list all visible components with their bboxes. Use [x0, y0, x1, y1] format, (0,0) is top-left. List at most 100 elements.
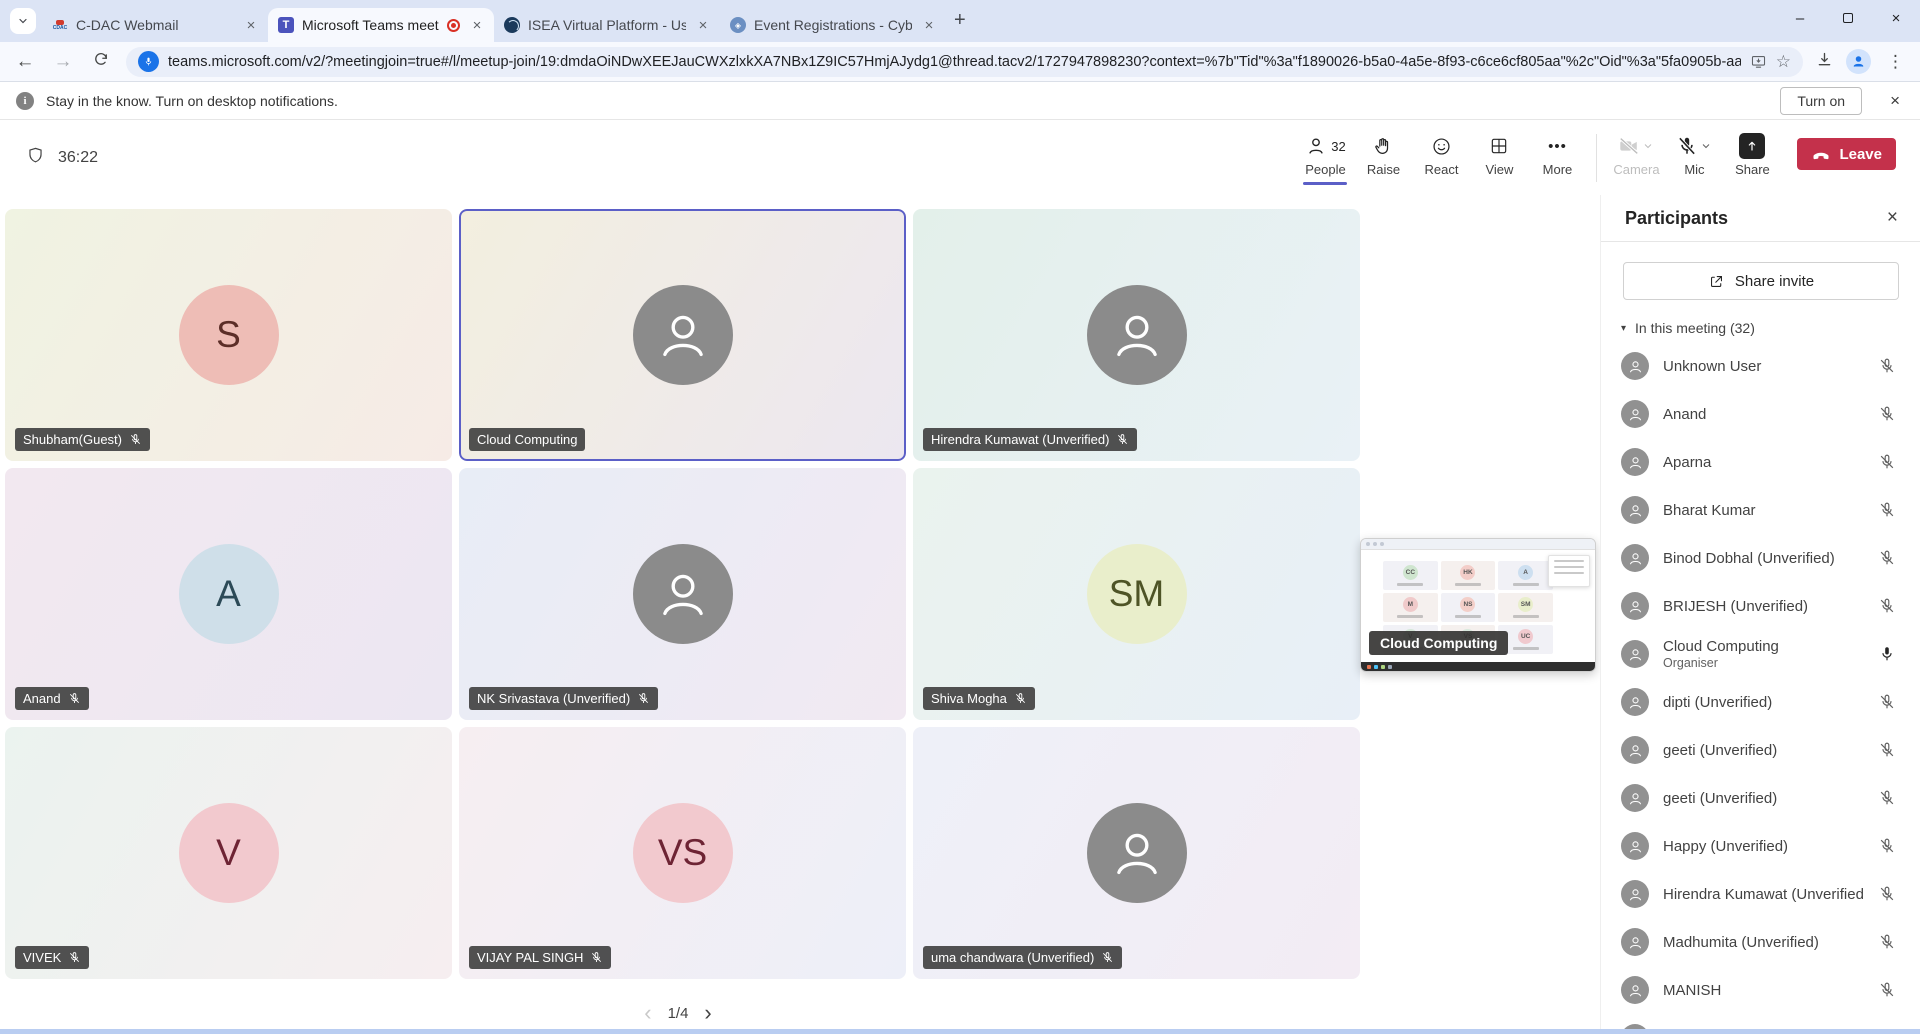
- site-mic-permission-icon[interactable]: [138, 51, 159, 72]
- mic-muted-icon: [1676, 135, 1698, 157]
- list-item[interactable]: MANISH: [1601, 966, 1920, 1014]
- participant-mic-status[interactable]: [1878, 597, 1896, 615]
- browser-profile-avatar[interactable]: [1846, 49, 1871, 74]
- reload-button[interactable]: [88, 50, 114, 74]
- list-item[interactable]: Aparna: [1601, 438, 1920, 486]
- event-favicon-icon: ◈: [730, 17, 746, 33]
- list-item[interactable]: Bharat Kumar: [1601, 486, 1920, 534]
- tab-close-icon[interactable]: ×: [920, 16, 938, 34]
- list-item[interactable]: Binod Dobhal (Unverified): [1601, 534, 1920, 582]
- next-page-icon[interactable]: ›: [704, 1000, 711, 1026]
- list-item[interactable]: Hirendra Kumawat (Unverified): [1601, 870, 1920, 918]
- tab-isea-platform[interactable]: ISEA Virtual Platform - User Da ×: [494, 8, 720, 42]
- tab-teams-meeting[interactable]: T Microsoft Teams meeting | ×: [268, 8, 494, 42]
- browser-toolbar: ← → teams.microsoft.com/v2/?meetingjoin=…: [0, 42, 1920, 82]
- tab-close-icon[interactable]: ×: [468, 16, 486, 34]
- react-button[interactable]: React: [1412, 128, 1470, 177]
- bookmark-star-icon[interactable]: ☆: [1776, 52, 1791, 72]
- new-tab-button[interactable]: +: [954, 9, 966, 32]
- tab-search-chevron-icon[interactable]: [10, 8, 36, 34]
- mic-muted-icon: [1878, 453, 1896, 471]
- participant-mic-status[interactable]: [1878, 501, 1896, 519]
- view-button[interactable]: View: [1470, 128, 1528, 177]
- window-minimize-button[interactable]: –: [1776, 0, 1824, 36]
- list-item[interactable]: geeti (Unverified): [1601, 774, 1920, 822]
- tab-event-registrations[interactable]: ◈ Event Registrations - Cyber Awa ×: [720, 8, 946, 42]
- download-icon[interactable]: [1815, 50, 1834, 74]
- notification-close-icon[interactable]: ×: [1890, 91, 1900, 111]
- participant-mic-status[interactable]: [1878, 981, 1896, 999]
- leave-button[interactable]: Leave: [1797, 138, 1896, 170]
- video-tile[interactable]: Cloud Computing: [459, 209, 906, 461]
- window-close-button[interactable]: ×: [1872, 0, 1920, 36]
- participant-name: MANISH: [1663, 982, 1864, 999]
- install-app-icon[interactable]: [1750, 53, 1767, 70]
- participant-mic-status[interactable]: [1878, 645, 1896, 663]
- camera-off-icon: [1618, 135, 1640, 157]
- participant-mic-status[interactable]: [1878, 933, 1896, 951]
- people-count-badge: 32: [1331, 139, 1345, 154]
- panel-close-icon[interactable]: ×: [1887, 207, 1898, 229]
- list-item[interactable]: Cloud Computing Organiser: [1601, 630, 1920, 678]
- mic-on-icon: [1878, 645, 1896, 663]
- share-invite-button[interactable]: Share invite: [1623, 262, 1899, 300]
- list-item[interactable]: Anand: [1601, 390, 1920, 438]
- participant-avatar-icon: [1621, 448, 1649, 476]
- participant-mic-status[interactable]: [1878, 453, 1896, 471]
- browser-menu-icon[interactable]: ⋮: [1883, 52, 1908, 72]
- tab-cdac-webmail[interactable]: CDAC C-DAC Webmail ×: [42, 8, 268, 42]
- raise-hand-button[interactable]: Raise: [1354, 128, 1412, 177]
- participant-mic-status[interactable]: [1878, 549, 1896, 567]
- screen-share-preview[interactable]: CC HK A M NS: [1360, 538, 1596, 672]
- video-tile[interactable]: VS VIJAY PAL SINGH: [459, 727, 906, 979]
- list-item[interactable]: geeti (Unverified): [1601, 726, 1920, 774]
- participant-mic-status[interactable]: [1878, 885, 1896, 903]
- url-text[interactable]: teams.microsoft.com/v2/?meetingjoin=true…: [168, 54, 1741, 70]
- back-button[interactable]: ←: [12, 51, 38, 73]
- previous-page-icon[interactable]: ‹: [644, 1000, 651, 1026]
- participant-initials-avatar: VS: [633, 803, 733, 903]
- list-item[interactable]: Unknown User: [1601, 342, 1920, 390]
- in-meeting-section-header[interactable]: ▾ In this meeting (32): [1601, 312, 1920, 342]
- participant-mic-status[interactable]: [1878, 789, 1896, 807]
- video-tile[interactable]: NK Srivastava (Unverified): [459, 468, 906, 720]
- address-bar[interactable]: teams.microsoft.com/v2/?meetingjoin=true…: [126, 47, 1803, 77]
- participant-initials-avatar: SM: [1087, 544, 1187, 644]
- camera-chevron-icon: [1642, 140, 1654, 152]
- participant-mic-status[interactable]: [1878, 741, 1896, 759]
- tab-close-icon[interactable]: ×: [694, 16, 712, 34]
- notification-text: Stay in the know. Turn on desktop notifi…: [46, 93, 1768, 109]
- participant-name: Binod Dobhal (Unverified): [1663, 550, 1864, 567]
- list-item[interactable]: Madhumita (Unverified): [1601, 918, 1920, 966]
- participant-avatar-icon: [1621, 976, 1649, 1004]
- share-button[interactable]: Share: [1723, 128, 1781, 177]
- video-tile[interactable]: Hirendra Kumawat (Unverified): [913, 209, 1360, 461]
- more-button[interactable]: ••• More: [1528, 128, 1586, 177]
- participant-name: geeti (Unverified): [1663, 790, 1864, 807]
- participant-mic-status[interactable]: [1878, 405, 1896, 423]
- list-item[interactable]: BRIJESH (Unverified): [1601, 582, 1920, 630]
- horizontal-scrollbar[interactable]: [0, 1029, 1920, 1034]
- mic-button[interactable]: Mic: [1665, 128, 1723, 177]
- mic-muted-icon: [129, 433, 142, 446]
- video-tile[interactable]: A Anand: [5, 468, 452, 720]
- tab-close-icon[interactable]: ×: [242, 16, 260, 34]
- participant-mic-status[interactable]: [1878, 357, 1896, 375]
- video-tile[interactable]: SM Shiva Mogha: [913, 468, 1360, 720]
- video-tile[interactable]: S Shubham(Guest): [5, 209, 452, 461]
- participant-mic-status[interactable]: [1878, 693, 1896, 711]
- list-item[interactable]: dipti (Unverified): [1601, 678, 1920, 726]
- participant-initials-avatar: A: [179, 544, 279, 644]
- participant-name: Bharat Kumar: [1663, 502, 1864, 519]
- participants-panel: Participants × Share invite ▾ In this me…: [1600, 195, 1920, 1030]
- people-button[interactable]: 32 People: [1296, 128, 1354, 185]
- turn-on-button[interactable]: Turn on: [1780, 87, 1862, 115]
- video-tile[interactable]: V VIVEK: [5, 727, 452, 979]
- forward-button[interactable]: →: [50, 51, 76, 73]
- participant-mic-status[interactable]: [1878, 837, 1896, 855]
- camera-button[interactable]: Camera: [1607, 128, 1665, 177]
- person-avatar-icon: [1087, 803, 1187, 903]
- video-tile[interactable]: uma chandwara (Unverified): [913, 727, 1360, 979]
- list-item[interactable]: Happy (Unverified): [1601, 822, 1920, 870]
- window-maximize-button[interactable]: [1824, 0, 1872, 36]
